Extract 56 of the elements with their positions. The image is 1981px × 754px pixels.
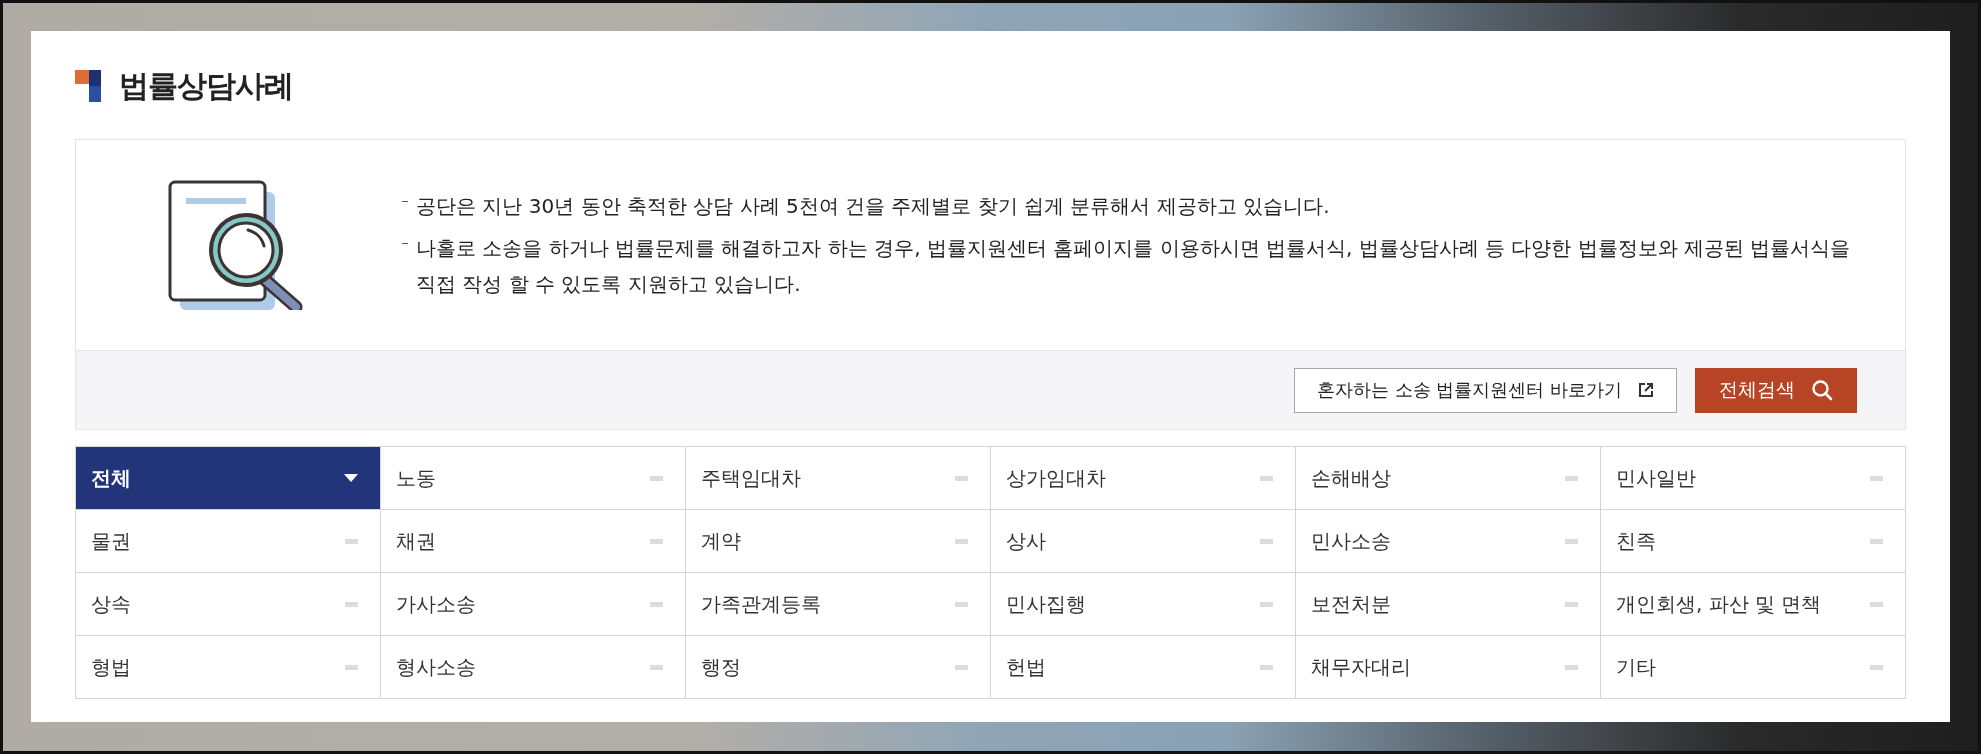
dash-icon: [1870, 538, 1883, 544]
dash-icon: [1260, 601, 1273, 607]
category-tab[interactable]: 상사: [991, 510, 1296, 573]
search-all-button[interactable]: 전체검색: [1695, 367, 1857, 413]
intro-text: 공단은 지난 30년 동안 축적한 상담 사례 5천여 건을 주제별로 찾기 쉽게 분류해서 제공하고 있습니다.: [416, 193, 1330, 220]
category-tab[interactable]: 계약: [686, 510, 991, 573]
dash-icon: [345, 538, 358, 544]
category-tab[interactable]: 개인회생, 파산 및 면책: [1601, 573, 1906, 636]
search-icon: [1811, 379, 1833, 401]
category-tab[interactable]: 헌법: [991, 636, 1296, 699]
dash-icon: [650, 475, 663, 481]
dash-icon: [345, 664, 358, 670]
support-center-link-button[interactable]: 혼자하는 소송 법률지원센터 바로가기: [1293, 367, 1677, 413]
category-tab[interactable]: 주택임대차: [686, 447, 991, 510]
category-tab[interactable]: 채무자대리: [1296, 636, 1601, 699]
page-title: 법률상담사례: [119, 66, 293, 105]
dash-icon: [650, 601, 663, 607]
dash-icon: [1870, 475, 1883, 481]
category-tab[interactable]: 민사소송: [1296, 510, 1601, 573]
category-tab[interactable]: 형법: [76, 636, 381, 699]
dash-icon: [1565, 601, 1578, 607]
category-tab[interactable]: 손해배상: [1296, 447, 1601, 510]
category-tab[interactable]: 가사소송: [381, 573, 686, 636]
dash-icon: [1260, 475, 1273, 481]
category-tab[interactable]: 가족관계등록: [686, 573, 991, 636]
category-tab[interactable]: 민사집행: [991, 573, 1296, 636]
dash-icon: [955, 475, 968, 481]
dash-icon: [1870, 664, 1883, 670]
dash-icon: [1565, 538, 1578, 544]
category-tab[interactable]: 상속: [76, 573, 381, 636]
dash-icon: [955, 538, 968, 544]
dash-icon: [1870, 601, 1883, 607]
category-tab[interactable]: 형사소송: [381, 636, 686, 699]
title-mark-icon: [75, 70, 101, 102]
category-tab[interactable]: 행정: [686, 636, 991, 699]
category-tab[interactable]: 전체: [76, 447, 381, 510]
category-tab[interactable]: 채권: [381, 510, 686, 573]
dash-icon: [1260, 664, 1273, 670]
dash-icon: [955, 664, 968, 670]
dash-icon: [650, 664, 663, 670]
category-tab[interactable]: 민사일반: [1601, 447, 1906, 510]
dash-icon: [955, 601, 968, 607]
dash-icon: [1565, 475, 1578, 481]
category-tab[interactable]: 친족: [1601, 510, 1906, 573]
category-tab[interactable]: 상가임대차: [991, 447, 1296, 510]
category-tab[interactable]: 기타: [1601, 636, 1906, 699]
dash-icon: [650, 538, 663, 544]
intro-text: 나홀로 소송을 하거나 법률문제를 해결하고자 하는 경우, 법률지원센터 홈페이지를 이용하시면 법률서식, 법률상담사례 등 다양한 법률정보와 제공된 법률서식을 직접 작성 할 수 있도록 지원하고 있습니다.: [416, 235, 1852, 298]
category-tab[interactable]: 보전처분: [1296, 573, 1601, 636]
dash-icon: [345, 601, 358, 607]
external-link-icon: [1638, 382, 1654, 398]
category-tab[interactable]: 물권: [76, 510, 381, 573]
category-tab[interactable]: 노동: [381, 447, 686, 510]
dash-icon: [1565, 664, 1578, 670]
caret-icon: [344, 474, 358, 482]
dash-icon: [1260, 538, 1273, 544]
